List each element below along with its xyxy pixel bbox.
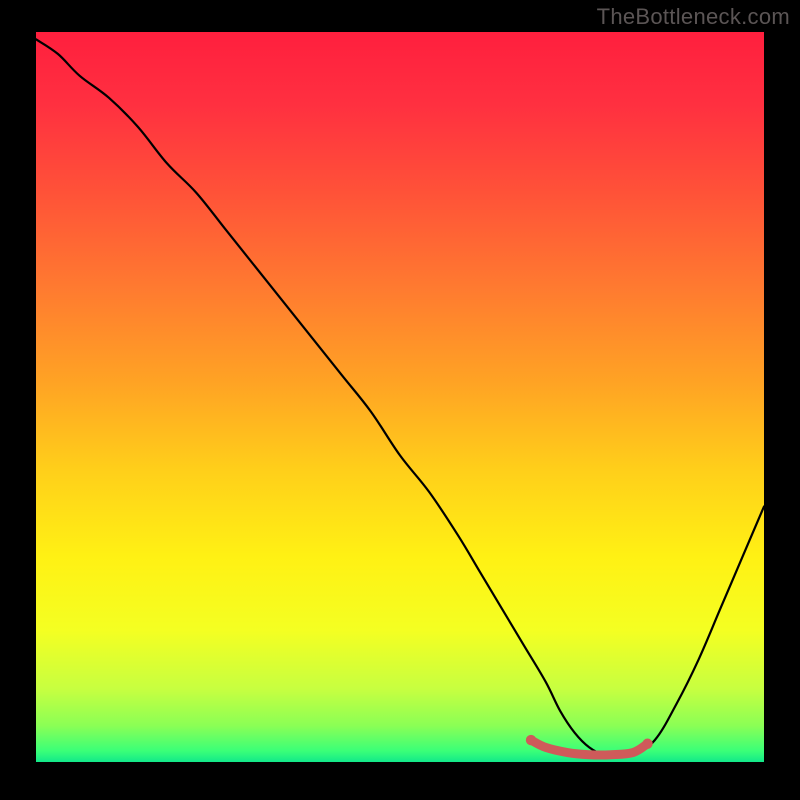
bottleneck-chart: [0, 0, 800, 800]
chart-frame: { "watermark": "TheBottleneck.com", "col…: [0, 0, 800, 800]
optimal-flat-endpoint: [642, 739, 652, 749]
gradient-background: [36, 32, 764, 762]
optimal-flat-endpoint: [526, 735, 536, 745]
